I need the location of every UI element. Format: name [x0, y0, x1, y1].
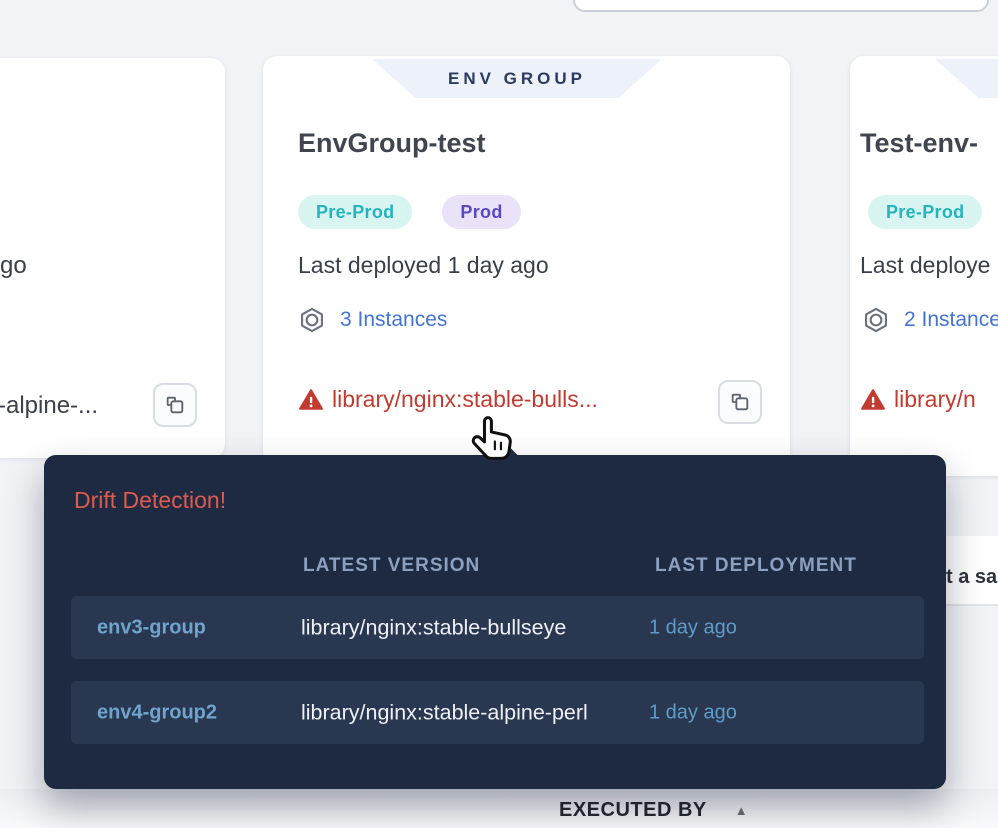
last-deployment-value: 1 day ago [649, 701, 737, 724]
env-card-envgroup-test[interactable]: ENV GROUP EnvGroup-test Pre-Prod Prod La… [263, 56, 790, 476]
hexagon-icon [298, 306, 326, 334]
card-title: EnvGroup-test [298, 128, 486, 159]
warning-triangle-icon [860, 387, 886, 413]
instances-label: 3 Instances [340, 308, 447, 332]
drift-image-link[interactable]: library/nginx:stable-bulls... [298, 386, 598, 413]
executed-by-column-header[interactable]: EXECUTED BY ▲ [559, 799, 748, 822]
latest-version-value: library/nginx:stable-bullseye [301, 615, 566, 640]
warning-triangle-icon [298, 387, 324, 413]
search-bar[interactable] [573, 0, 989, 12]
caret-up-icon: ▲ [735, 803, 748, 818]
table-row: env4-group2 library/nginx:stable-alpine-… [71, 681, 924, 744]
drift-image-text: library/n [894, 386, 976, 413]
last-deployed-text: Last deploye [860, 252, 990, 279]
drift-image-text: library/nginx:stable-bulls... [332, 386, 598, 413]
environment-tags: Pre-Prod Prod [298, 195, 521, 229]
ribbon-label: ENV GROUP [448, 69, 586, 89]
table-row: env3-group library/nginx:stable-bullseye… [71, 596, 924, 659]
instances-link[interactable]: 2 Instance [862, 306, 998, 334]
instances-label: 2 Instance [904, 308, 998, 332]
environment-tags: Pre-Prod [868, 195, 982, 229]
env-card-test-env[interactable]: ENV GROUP Test-env- Pre-Prod Last deploy… [850, 56, 998, 476]
screen: go -alpine-... ENV GROUP EnvGroup-test P… [0, 0, 998, 828]
tooltip-title: Drift Detection! [74, 487, 226, 514]
executed-by-label: EXECUTED BY [559, 799, 707, 822]
hexagon-icon [862, 306, 890, 334]
env-group-link[interactable]: env4-group2 [97, 701, 217, 724]
last-deployment-value: 1 day ago [649, 616, 737, 639]
last-deployed-text: Last deployed 1 day ago [298, 252, 549, 279]
column-header-latest-version: LATEST VERSION [303, 555, 480, 577]
drift-detection-tooltip: Drift Detection! LATEST VERSION LAST DEP… [44, 455, 946, 789]
tag-pre-prod: Pre-Prod [868, 195, 982, 229]
card-title: Test-env- [860, 128, 978, 159]
copy-button[interactable] [153, 383, 197, 427]
copy-icon [164, 394, 186, 416]
tag-prod: Prod [442, 195, 520, 229]
background-text-fragment: t a sa [946, 536, 998, 606]
env-group-link[interactable]: env3-group [97, 616, 206, 639]
image-name-fragment: -alpine-... [0, 392, 98, 420]
env-group-ribbon: ENV GROUP [935, 59, 998, 98]
tag-pre-prod: Pre-Prod [298, 195, 412, 229]
last-deployed-fragment: go [0, 252, 27, 280]
env-card-left[interactable]: go -alpine-... [0, 58, 225, 458]
env-group-ribbon: ENV GROUP [372, 59, 662, 98]
table-header-band [0, 789, 998, 828]
latest-version-value: library/nginx:stable-alpine-perl [301, 700, 588, 725]
copy-icon [729, 391, 751, 413]
instances-link[interactable]: 3 Instances [298, 306, 447, 334]
drift-image-link[interactable]: library/n [860, 386, 976, 413]
column-header-last-deployment: LAST DEPLOYMENT [655, 555, 857, 577]
copy-button[interactable] [718, 380, 762, 424]
